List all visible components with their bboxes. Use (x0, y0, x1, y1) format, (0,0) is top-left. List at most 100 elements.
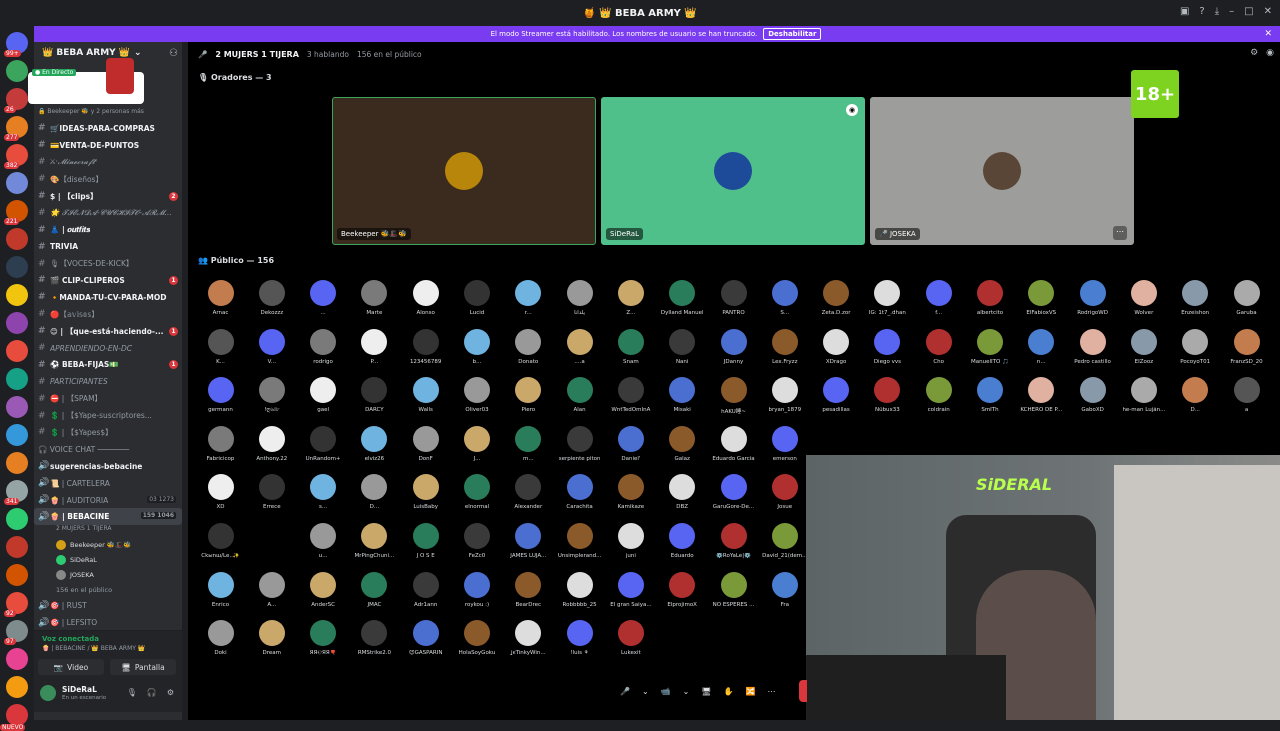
audience-member[interactable]: pesadillas (811, 377, 862, 425)
more-icon[interactable]: ⋯ (767, 687, 775, 696)
audience-member[interactable]: NO ESPERES ... (708, 571, 759, 620)
audience-member[interactable]: Walls (400, 377, 451, 425)
audience-member[interactable]: !luis ⚘ (554, 620, 605, 668)
audience-member[interactable]: Donato (503, 328, 554, 377)
audience-member[interactable]: he-man Luján... (1118, 377, 1169, 425)
audience-member[interactable]: f... (913, 280, 964, 328)
audience-member[interactable]: FranzSD_20 (1221, 328, 1272, 377)
audience-member[interactable]: Errece (246, 474, 297, 522)
channel-item[interactable]: # $ | 【clips】 2 (34, 188, 182, 205)
server-icon[interactable] (6, 564, 28, 586)
audience-member[interactable]: DARCY (349, 377, 400, 425)
video-button[interactable]: 📷 Video (38, 659, 104, 675)
audience-member[interactable]: Fra (759, 571, 810, 620)
add-member-icon[interactable]: ⚇ (169, 48, 178, 59)
audience-member[interactable]: ....a (554, 328, 605, 377)
screen-share-button[interactable]: 🖥 Pantalla (110, 659, 176, 675)
audience-member[interactable]: ... (298, 280, 349, 328)
audience-member[interactable]: PANTRO (708, 280, 759, 328)
channel-item[interactable]: # 🔸MANDA-TU-CV-PARA-MOD (34, 289, 182, 306)
channel-item[interactable]: # 😊 | 【que-está-haciendo-... 1 (34, 323, 182, 340)
close-icon[interactable]: ✕ (1264, 6, 1272, 17)
audience-member[interactable]: r... (503, 280, 554, 328)
audience-member[interactable]: HolaSoyGoku (452, 620, 503, 668)
audience-member[interactable]: coldrain (913, 377, 964, 425)
audience-member[interactable]: u... (298, 523, 349, 571)
audience-member[interactable]: Piero (503, 377, 554, 425)
server-icon[interactable] (6, 256, 28, 278)
chevron-down-icon[interactable]: ⌄ (683, 687, 690, 696)
gear-icon[interactable]: ⚙ (167, 688, 174, 697)
voice-channel-item[interactable]: 🔊 🍿 | BEBACINE 159 1046 (34, 508, 182, 526)
audience-member[interactable]: ⚙️RoYaLe|⚙️ (708, 523, 759, 571)
audience-member[interactable]: SmITh (965, 377, 1016, 425)
voice-channel-item[interactable]: 🔊 🎯 | LEFSITO (34, 614, 182, 631)
speaker-tile[interactable]: Beekeeper 🐝🎩🐝 (332, 97, 596, 245)
channel-item[interactable]: # 🛒IDEAS-PARA-COMPRAS (34, 120, 182, 137)
server-icon[interactable]: 221 (4, 200, 28, 225)
audience-member[interactable]: rodrigo (298, 328, 349, 377)
audience-member[interactable]: hAKU睡~ (708, 377, 759, 425)
audience-member[interactable]: Misaki (657, 377, 708, 425)
audience-member[interactable]: LuisBaby (400, 474, 451, 522)
audience-member[interactable]: XD (195, 474, 246, 522)
audience-member[interactable]: P... (349, 328, 400, 377)
audience-member[interactable]: emerson (759, 425, 810, 474)
server-icon[interactable]: 277 (4, 116, 28, 141)
audience-member[interactable]: Ckыnш/Le..✨ (195, 523, 246, 571)
audience-member[interactable]: Daniel' (605, 425, 656, 474)
server-icon[interactable]: 341 (4, 480, 28, 505)
minimize-icon[interactable]: – (1229, 6, 1234, 17)
server-icon[interactable] (6, 424, 28, 446)
voice-user[interactable]: JOSEKA (34, 567, 182, 582)
audience-member[interactable]: Alan (554, 377, 605, 425)
server-icon[interactable]: 99+ (4, 32, 28, 57)
channel-item[interactable]: # 🎙【VOCES-DE-KICK】 (34, 255, 182, 272)
voice-user[interactable]: Beekeeper 🐝🎩🐝 (34, 537, 182, 552)
audience-member[interactable]: Lex.Fryzz (759, 328, 810, 377)
voice-category-header[interactable]: 🎧 VOICE CHAT ─────── (34, 441, 182, 458)
avatar[interactable] (40, 685, 56, 701)
channel-item[interactable]: # 👗 | 𝒐𝒖𝒕𝒇𝒊𝒕𝒔 (34, 221, 182, 238)
audience-member[interactable]: EIZooz (1118, 328, 1169, 377)
headphones-icon[interactable]: 🎧 (147, 688, 157, 697)
channel-item[interactable]: # 🔴【𝕒𝕧𝕚𝕤𝕠𝕤】 (34, 306, 182, 323)
voice-channel-item[interactable]: 🔊 🍿 | AUDITORIA 03 1273 (34, 492, 182, 509)
audience-count-row[interactable]: 156 en el público (34, 582, 182, 597)
audience-member[interactable]: Adr1ann (400, 571, 451, 620)
server-icon[interactable] (6, 172, 28, 194)
audience-member[interactable]: Kamikaze (605, 474, 656, 522)
audience-member[interactable]: Wolver (1118, 280, 1169, 328)
audience-member[interactable]: JDanny (708, 328, 759, 377)
audience-member[interactable]: UnRandom+ (298, 425, 349, 474)
voice-channel-path[interactable]: 🍿 | BEBACINE / 👑 BEBA ARMY 👑 (42, 645, 145, 652)
server-icon[interactable] (6, 228, 28, 250)
audience-member[interactable]: elviz26 (349, 425, 400, 474)
audience-member[interactable]: Nübux33 (862, 377, 913, 425)
camera-off-icon[interactable]: 📹 (661, 687, 671, 696)
audience-member[interactable]: serpiente piton (554, 425, 605, 474)
audience-member[interactable]: Josue (759, 474, 810, 522)
audience-member[interactable]: Dylland Manuel (657, 280, 708, 328)
channel-item[interactable]: # 🎬 CLIP-CLIPEROS 1 (34, 272, 182, 289)
server-icon[interactable] (6, 452, 28, 474)
new-server-icon[interactable]: NUEVO (0, 704, 28, 731)
audience-member[interactable]: albertcito (965, 280, 1016, 328)
audience-member[interactable]: MrPingChuni... (349, 523, 400, 571)
server-icon[interactable] (6, 396, 28, 418)
audience-member[interactable]: Galaz (657, 425, 708, 474)
audience-member[interactable]: juni (605, 523, 656, 571)
audience-member[interactable]: ʝєTinkyWin... (503, 620, 554, 668)
maximize-icon[interactable]: □ (1244, 6, 1253, 17)
server-icon[interactable]: 26 (4, 88, 28, 113)
audience-member[interactable]: gael (298, 377, 349, 425)
stage-settings-icon[interactable]: ⚙ (1250, 48, 1258, 58)
audience-member[interactable]: RMStrike2.0 (349, 620, 400, 668)
voice-channel-item[interactable]: 🔊 📜 | CARTELERA (34, 475, 182, 492)
disable-streamer-button[interactable]: Deshabilitar (763, 28, 822, 40)
audience-member[interactable]: Eduardo (657, 523, 708, 571)
voice-channel-item[interactable]: 🔊 sugerencias-bebacine (34, 458, 182, 475)
audience-member[interactable]: Lucid (452, 280, 503, 328)
audience-member[interactable]: s... (298, 474, 349, 522)
audience-member[interactable]: roykou :) (452, 571, 503, 620)
